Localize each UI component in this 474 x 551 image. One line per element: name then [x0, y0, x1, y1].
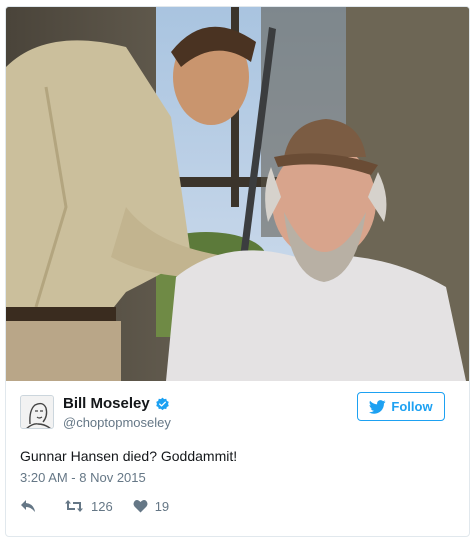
retweet-icon [65, 500, 83, 512]
twitter-bird-icon [369, 399, 387, 414]
follow-label: Follow [391, 399, 433, 414]
retweet-button[interactable]: 126 [64, 499, 113, 514]
tweet-actions: 126 19 [20, 496, 169, 516]
verified-badge-icon [155, 397, 169, 410]
tweet-text: Gunnar Hansen died? Goddammit! [20, 448, 238, 464]
tweet-timestamp[interactable]: 3:20 AM - 8 Nov 2015 [20, 470, 146, 486]
tweet-photo[interactable] [6, 7, 469, 381]
heart-icon [133, 500, 148, 513]
follow-button[interactable]: Follow [357, 392, 445, 421]
like-button[interactable]: 19 [133, 499, 169, 514]
author-handle[interactable]: @choptopmoseley [63, 415, 171, 431]
reply-arrow-icon [21, 500, 35, 512]
avatar[interactable] [20, 395, 54, 429]
avatar-sketch-icon [21, 396, 53, 428]
author-name[interactable]: Bill Moseley [63, 395, 150, 413]
tweet-card: Bill Moseley @choptopmoseley Follow Gunn… [5, 6, 470, 537]
like-count: 19 [154, 498, 170, 514]
photo-illustration [6, 7, 469, 381]
retweet-count: 126 [91, 498, 113, 514]
author-row: Bill Moseley [63, 395, 170, 413]
reply-button[interactable] [20, 499, 36, 513]
